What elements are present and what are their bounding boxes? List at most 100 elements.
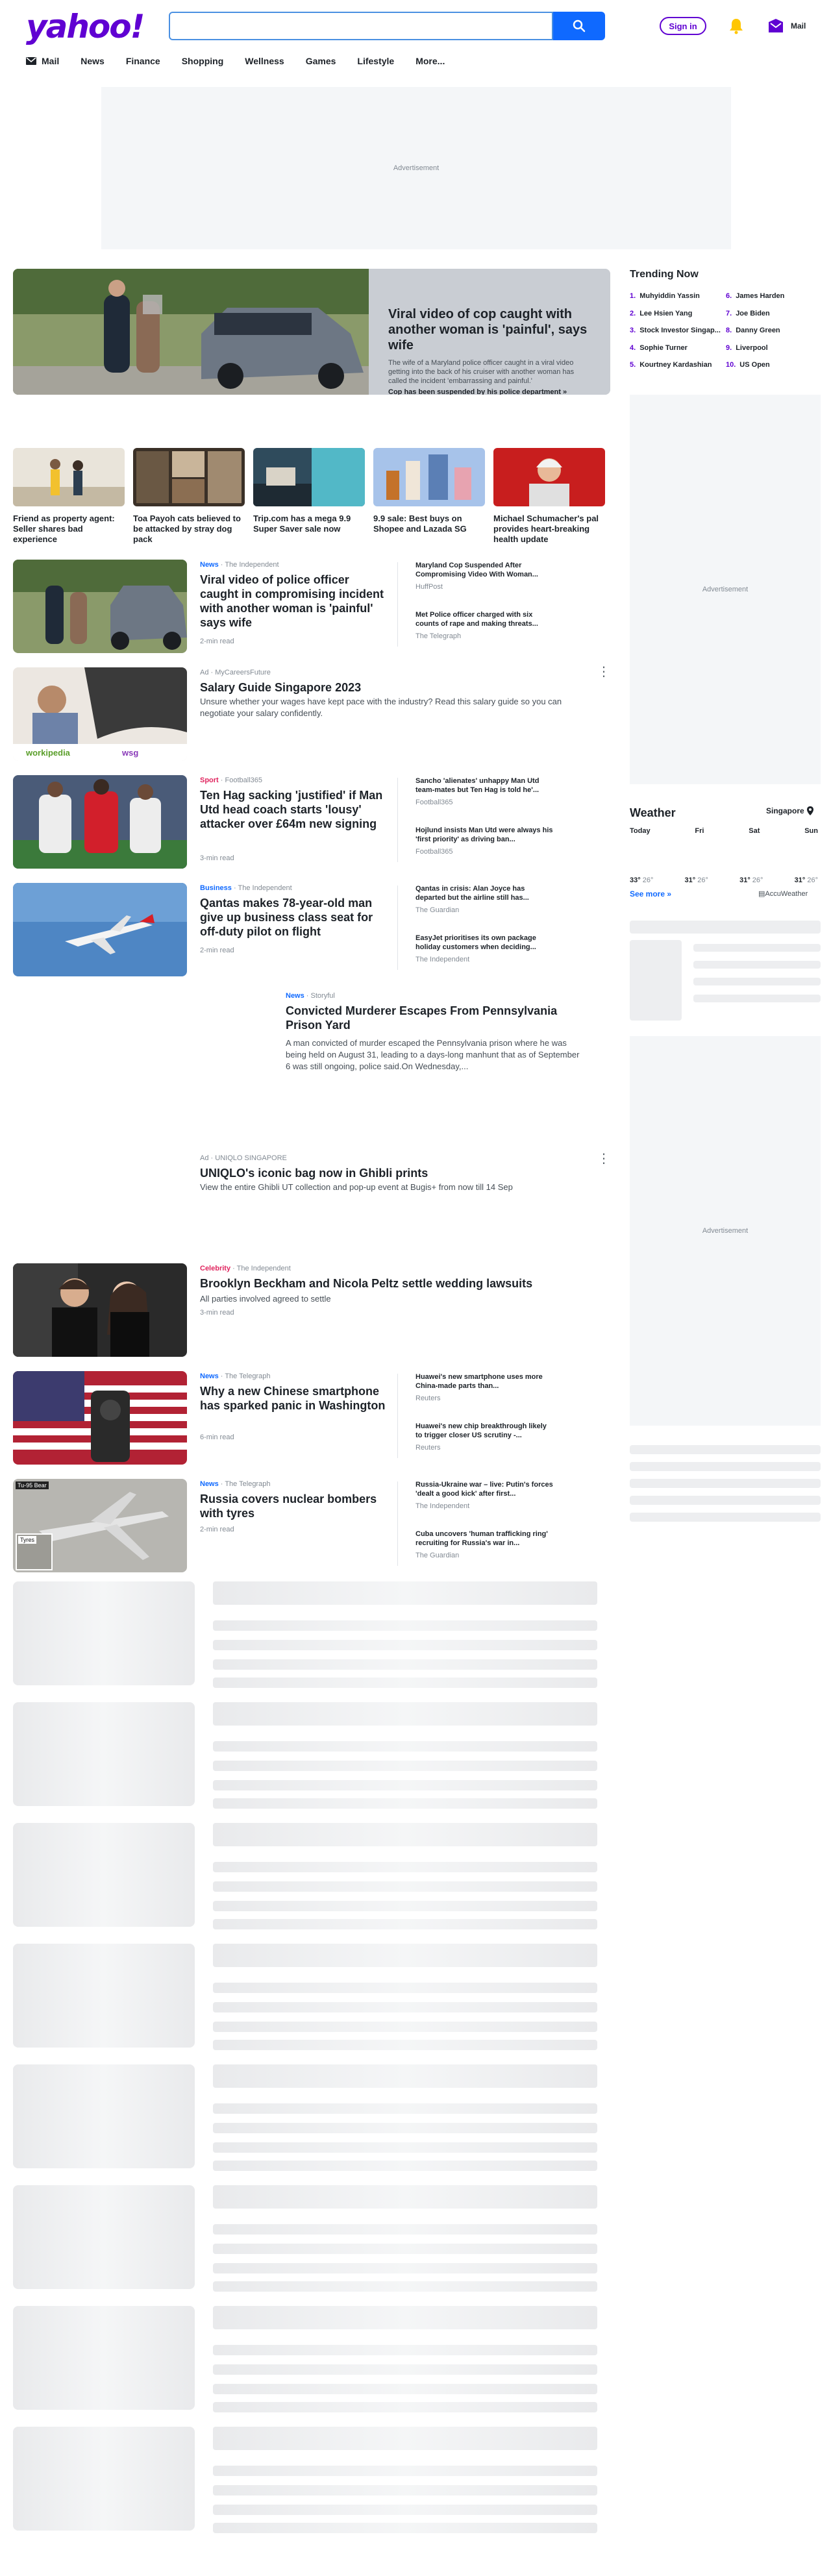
loading-placeholder (213, 1659, 597, 1670)
related-source: The Guardian (416, 906, 460, 914)
temp-high: 31° (739, 876, 750, 884)
divider (397, 1374, 398, 1458)
nav-item-more[interactable]: More... (416, 56, 445, 66)
loading-placeholder (13, 1944, 195, 2048)
stream-title[interactable]: Ten Hag sacking 'justified' if Man Utd h… (200, 788, 388, 831)
related-link[interactable]: Huawei's new chip breakthrough likely to… (416, 1422, 554, 1440)
stream-title[interactable]: Salary Guide Singapore 2023 (200, 680, 564, 695)
stream-source: Storyful (310, 992, 335, 1000)
related-source: The Independent (416, 1502, 470, 1510)
trending-list: 1. Muhyiddin Yassin 6. James Harden 2. Lee … (630, 292, 818, 378)
stream-meta: News · Storyful (286, 992, 335, 1000)
stream-category[interactable]: Sport (200, 776, 219, 784)
trending-item[interactable]: 6. James Harden (726, 292, 818, 310)
nav-item-finance[interactable]: Finance (126, 56, 160, 66)
hero-related-link[interactable]: Cop has been suspended by his police dep… (388, 388, 591, 395)
nav-item-games[interactable]: Games (306, 56, 336, 66)
mini-card[interactable]: Trip.com has a mega 9.9 Super Saver sale… (253, 448, 365, 534)
related-link[interactable]: Met Police officer charged with six coun… (416, 610, 554, 628)
stream-category[interactable]: Business (200, 884, 232, 892)
trending-item[interactable]: 7. Joe Biden (726, 310, 818, 327)
related-link[interactable]: EasyJet prioritises its own package holi… (416, 934, 554, 952)
trending-number: 5. (630, 361, 636, 369)
mini-card-title: 9.9 sale: Best buys on Shopee and Lazada… (373, 514, 467, 534)
loading-placeholder (213, 2142, 597, 2153)
weather-temp: 31° 26° (685, 876, 708, 884)
trending-item[interactable]: 4. Sophie Turner (630, 344, 726, 362)
related-source: Football365 (416, 848, 453, 856)
weather-day: Today (630, 827, 651, 835)
right-advertisement-2[interactable]: Advertisement (630, 1036, 821, 1426)
stream-category[interactable]: News (200, 1372, 219, 1380)
mail-link[interactable]: Mail (767, 17, 806, 35)
stream-title[interactable]: Convicted Murderer Escapes From Pennsylv… (286, 1004, 571, 1032)
ad-label: Advertisement (702, 586, 749, 593)
trending-item[interactable]: 9. Liverpool (726, 344, 818, 362)
loading-placeholder (693, 961, 821, 969)
weather-location[interactable]: Singapore (766, 806, 813, 815)
loading-placeholder (213, 2402, 597, 2412)
nav-item-shopping[interactable]: Shopping (182, 56, 224, 66)
mini-card[interactable]: Michael Schumacher's pal provides heart-… (493, 448, 605, 545)
hero-card[interactable]: Viral video of cop caught with another w… (13, 269, 610, 395)
search-input[interactable] (169, 12, 553, 40)
loading-placeholder (213, 2263, 597, 2273)
loading-placeholder (213, 2161, 597, 2171)
stream-category[interactable]: Celebrity (200, 1265, 230, 1272)
loading-placeholder (213, 2345, 597, 2355)
sign-in-button[interactable]: Sign in (660, 17, 706, 35)
stream-title[interactable]: Brooklyn Beckham and Nicola Peltz settle… (200, 1276, 564, 1291)
nav-item-wellness[interactable]: Wellness (245, 56, 284, 66)
stream-read-time: 2-min read (200, 947, 234, 954)
right-advertisement[interactable]: Advertisement (630, 395, 821, 784)
stream-source: The Independent (225, 561, 279, 569)
weather-see-more-link[interactable]: See more » (630, 889, 671, 898)
trending-item[interactable]: 5. Kourtney Kardashian (630, 361, 726, 378)
stream-title[interactable]: Viral video of police officer caught in … (200, 573, 388, 630)
loading-placeholder (213, 1881, 597, 1892)
related-link[interactable]: Cuba uncovers 'human trafficking ring' r… (416, 1530, 554, 1548)
stream-title[interactable]: Qantas makes 78-year-old man give up bus… (200, 896, 388, 939)
accuweather-logo[interactable]: ▤AccuWeather (758, 889, 808, 898)
related-link[interactable]: Hojlund insists Man Utd were always his … (416, 826, 554, 844)
related-link[interactable]: Huawei's new smartphone uses more China-… (416, 1372, 554, 1391)
stream-category[interactable]: News (200, 1480, 219, 1488)
mini-card-image (133, 448, 245, 506)
trending-title: Trending Now (630, 269, 699, 280)
stream-meta: Ad · UNIQLO SINGAPORE (200, 1154, 287, 1162)
nav-item-news[interactable]: News (81, 56, 105, 66)
stream-title[interactable]: Why a new Chinese smartphone has sparked… (200, 1384, 388, 1413)
more-options-icon[interactable]: ⋮ (597, 1152, 610, 1165)
trending-item[interactable]: 8. Danny Green (726, 327, 818, 344)
search-button[interactable] (553, 12, 605, 40)
mini-card[interactable]: Friend as property agent: Seller shares … (13, 448, 125, 545)
temp-high: 31° (684, 876, 696, 884)
top-advertisement[interactable]: Advertisement (101, 87, 731, 249)
trending-item[interactable]: 2. Lee Hsien Yang (630, 310, 726, 327)
stream-category[interactable]: News (200, 561, 219, 569)
nav-item-lifestyle[interactable]: Lifestyle (357, 56, 394, 66)
trending-item[interactable]: 10. US Open (726, 361, 818, 378)
nav-item-mail[interactable]: Mail (26, 56, 59, 66)
stream-title[interactable]: Russia covers nuclear bombers with tyres (200, 1492, 388, 1520)
trending-item[interactable]: 3. Stock Investor Singap... (630, 327, 726, 344)
yahoo-logo[interactable]: yahoo! (26, 8, 145, 45)
notification-bell-icon[interactable] (727, 17, 745, 35)
hero-title[interactable]: Viral video of cop caught with another w… (388, 306, 591, 353)
temp-low: 26° (807, 876, 818, 884)
related-link[interactable]: Russia-Ukraine war – live: Putin's force… (416, 1480, 554, 1498)
loading-placeholder (213, 2384, 597, 2394)
loading-placeholder (630, 1479, 821, 1488)
more-options-icon[interactable]: ⋮ (597, 665, 610, 678)
related-link[interactable]: Sancho 'alienates' unhappy Man Utd team-… (416, 776, 554, 795)
mini-card[interactable]: 9.9 sale: Best buys on Shopee and Lazada… (373, 448, 485, 534)
related-link[interactable]: Maryland Cop Suspended After Compromisin… (416, 561, 554, 579)
stream-title[interactable]: UNIQLO's iconic bag now in Ghibli prints (200, 1166, 564, 1180)
trending-item[interactable]: 1. Muhyiddin Yassin (630, 292, 726, 310)
mini-card[interactable]: Toa Payoh cats believed to be attacked b… (133, 448, 245, 545)
weather-temp: 31° 26° (795, 876, 818, 884)
trending-label: Kourtney Kardashian (639, 361, 712, 369)
stream-category[interactable]: News (286, 992, 304, 1000)
mail-label: Mail (791, 21, 806, 31)
related-link[interactable]: Qantas in crisis: Alan Joyce has departe… (416, 884, 554, 902)
